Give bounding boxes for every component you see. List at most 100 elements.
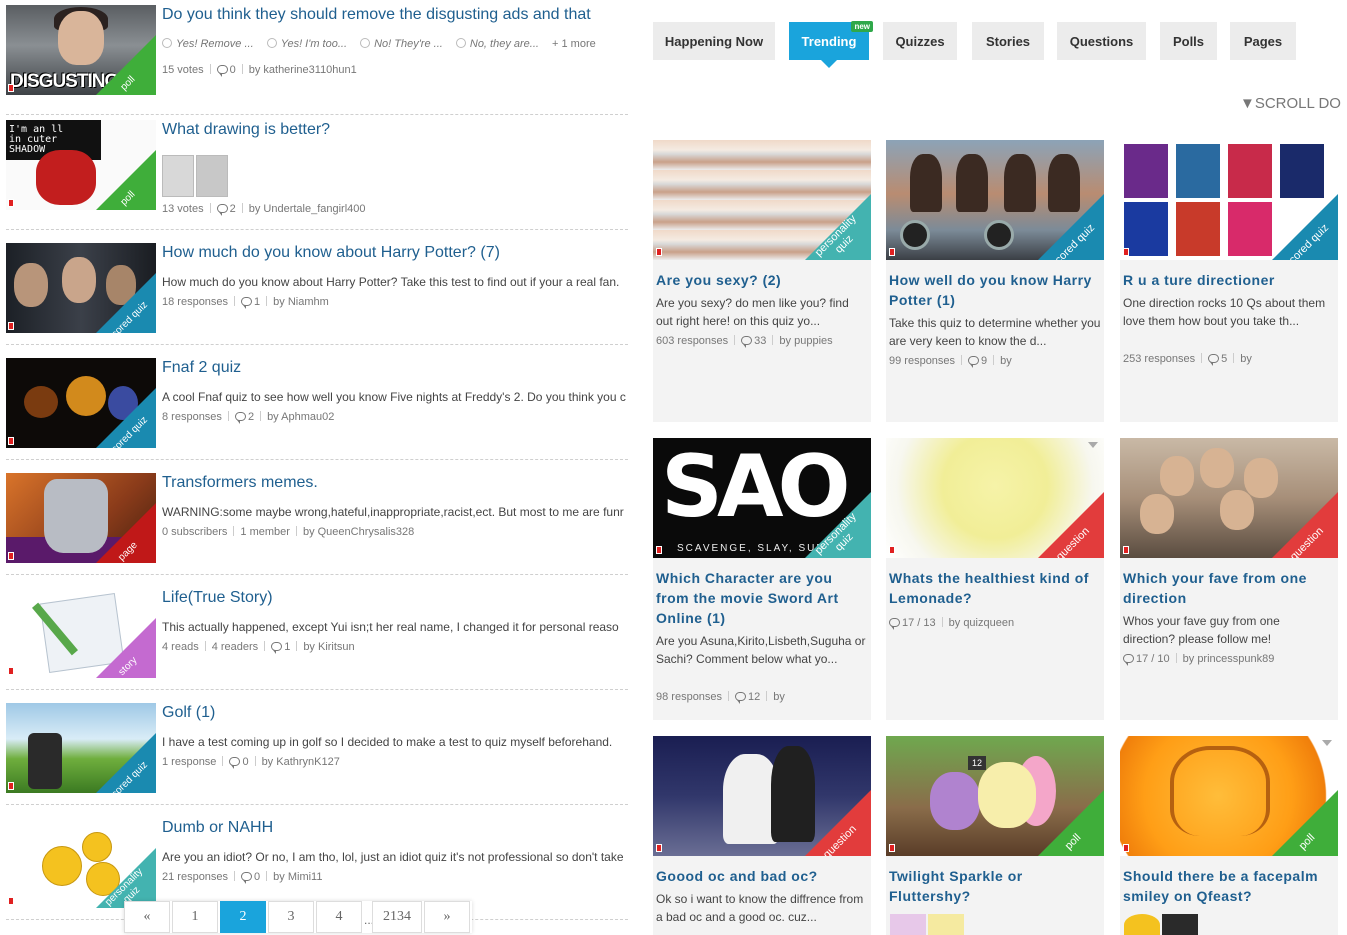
item-title[interactable]: Transformers memes. bbox=[162, 474, 628, 492]
card-thumbnail[interactable]: scored quiz bbox=[886, 140, 1104, 260]
prev-page-button[interactable]: « bbox=[124, 901, 170, 933]
author-link[interactable]: by Undertale_fangirl400 bbox=[249, 203, 366, 215]
trending-card[interactable]: poll Should there be a facepalm smiley o… bbox=[1120, 736, 1338, 935]
poll-option-image[interactable] bbox=[196, 155, 228, 197]
item-title[interactable]: How much do you know about Harry Potter?… bbox=[162, 244, 628, 262]
trending-card[interactable]: SAO SCAVENGE, SLAY, SUR personality quiz… bbox=[653, 438, 871, 720]
feed-item[interactable]: page Transformers memes. WARNING:some ma… bbox=[6, 460, 628, 575]
poll-option-image[interactable] bbox=[890, 914, 926, 935]
trending-card[interactable]: scored quiz How well do you know Harry P… bbox=[886, 140, 1104, 422]
feed-thumbnail[interactable]: scored quiz bbox=[6, 703, 156, 793]
item-title[interactable]: Golf (1) bbox=[162, 704, 628, 722]
author-link[interactable]: by QueenChrysalis328 bbox=[303, 526, 414, 538]
last-page-button[interactable]: 2134 bbox=[372, 901, 422, 933]
tab-trending[interactable]: Trending new bbox=[789, 21, 873, 68]
author-link[interactable]: by bbox=[1240, 353, 1252, 365]
feed-thumbnail[interactable]: scored quiz bbox=[6, 243, 156, 333]
report-icon[interactable] bbox=[8, 322, 14, 330]
author-link[interactable]: by princesspunk89 bbox=[1183, 653, 1275, 665]
comment-count[interactable]: 0 bbox=[254, 871, 260, 883]
comment-count[interactable]: 12 bbox=[748, 691, 760, 703]
card-thumbnail[interactable]: SAO SCAVENGE, SLAY, SUR personality quiz bbox=[653, 438, 871, 558]
comment-count[interactable]: 0 bbox=[230, 64, 236, 76]
card-thumbnail[interactable]: question bbox=[886, 438, 1104, 558]
trending-card[interactable]: personality quiz Are you sexy? (2) Are y… bbox=[653, 140, 871, 422]
author-link[interactable]: by Mimi11 bbox=[273, 871, 322, 883]
page-button-4[interactable]: 4 bbox=[316, 901, 362, 933]
author-link[interactable]: by bbox=[773, 691, 785, 703]
report-icon[interactable] bbox=[656, 546, 662, 554]
poll-option[interactable]: Yes! I'm too... bbox=[266, 38, 347, 50]
trending-card[interactable]: question Whats the healthiest kind of Le… bbox=[886, 438, 1104, 720]
feed-thumbnail[interactable]: page bbox=[6, 473, 156, 563]
feed-item[interactable]: DISGUSTING! poll Do you think they shoul… bbox=[6, 0, 628, 115]
poll-option-image[interactable] bbox=[162, 155, 194, 197]
author-link[interactable]: by bbox=[1000, 355, 1012, 367]
card-title[interactable]: Which Character are you from the movie S… bbox=[656, 568, 868, 628]
radio-icon[interactable] bbox=[162, 38, 172, 48]
author-link[interactable]: by quizqueen bbox=[949, 617, 1014, 629]
tab-questions[interactable]: Questions bbox=[1057, 22, 1146, 60]
radio-icon[interactable] bbox=[266, 38, 277, 48]
feed-thumbnail[interactable]: story bbox=[6, 588, 156, 678]
tab-quizzes[interactable]: Quizzes bbox=[883, 22, 957, 60]
comment-count[interactable]: 0 bbox=[242, 756, 248, 768]
item-title[interactable]: Dumb or NAHH bbox=[162, 819, 628, 837]
radio-icon[interactable] bbox=[360, 38, 371, 48]
feed-item[interactable]: scored quiz Golf (1) I have a test comin… bbox=[6, 690, 628, 805]
feed-thumbnail[interactable]: I'm an ll in cuter SHADOW poll bbox=[6, 120, 156, 210]
feed-thumbnail[interactable]: DISGUSTING! poll bbox=[6, 5, 156, 95]
dropdown-caret-icon[interactable] bbox=[1322, 740, 1332, 746]
card-title[interactable]: Whats the healthiest kind of Lemonade? bbox=[889, 568, 1101, 608]
item-title[interactable]: What drawing is better? bbox=[162, 121, 628, 139]
author-link[interactable]: by Kiritsun bbox=[303, 641, 354, 653]
feed-thumbnail[interactable]: personality quiz bbox=[6, 818, 156, 908]
card-thumbnail[interactable]: poll bbox=[1120, 736, 1338, 856]
card-title[interactable]: R u a ture directioner bbox=[1123, 270, 1335, 290]
answer-count[interactable]: 17 / 13 bbox=[902, 617, 936, 629]
card-title[interactable]: Are you sexy? (2) bbox=[656, 270, 868, 290]
item-title[interactable]: Do you think they should remove the disg… bbox=[162, 6, 628, 24]
card-title[interactable]: Goood oc and bad oc? bbox=[656, 866, 868, 886]
poll-option[interactable]: No! They're ... bbox=[360, 38, 443, 50]
item-title[interactable]: Fnaf 2 quiz bbox=[162, 359, 628, 377]
card-title[interactable]: How well do you know Harry Potter (1) bbox=[889, 270, 1101, 310]
tab-stories[interactable]: Stories bbox=[972, 22, 1044, 60]
poll-option[interactable]: No, they are... bbox=[455, 38, 539, 50]
feed-item[interactable]: scored quiz Fnaf 2 quiz A cool Fnaf quiz… bbox=[6, 345, 628, 460]
card-thumbnail[interactable]: question bbox=[653, 736, 871, 856]
report-icon[interactable] bbox=[8, 667, 14, 675]
feed-item[interactable]: story Life(True Story) This actually hap… bbox=[6, 575, 628, 690]
report-icon[interactable] bbox=[1123, 546, 1129, 554]
trending-card[interactable]: question Goood oc and bad oc? Ok so i wa… bbox=[653, 736, 871, 935]
card-thumbnail[interactable]: scored quiz bbox=[1120, 140, 1338, 260]
feed-item[interactable]: scored quiz How much do you know about H… bbox=[6, 230, 628, 345]
report-icon[interactable] bbox=[889, 546, 895, 554]
comment-count[interactable]: 1 bbox=[254, 296, 260, 308]
trending-card[interactable]: scored quiz R u a ture directioner One d… bbox=[1120, 140, 1338, 422]
comment-count[interactable]: 2 bbox=[248, 411, 254, 423]
card-title[interactable]: Twilight Sparkle or Fluttershy? bbox=[889, 866, 1101, 906]
answer-count[interactable]: 17 / 10 bbox=[1136, 653, 1170, 665]
dropdown-caret-icon[interactable] bbox=[1088, 442, 1098, 448]
report-icon[interactable] bbox=[656, 844, 662, 852]
poll-option-image[interactable] bbox=[1124, 914, 1160, 935]
tab-happening-now[interactable]: Happening Now bbox=[653, 22, 775, 60]
report-icon[interactable] bbox=[889, 844, 895, 852]
poll-option-image[interactable] bbox=[928, 914, 964, 935]
card-thumbnail[interactable]: 12 poll bbox=[886, 736, 1104, 856]
report-icon[interactable] bbox=[8, 782, 14, 790]
page-button-3[interactable]: 3 bbox=[268, 901, 314, 933]
author-link[interactable]: by Niamhm bbox=[273, 296, 329, 308]
author-link[interactable]: by puppies bbox=[779, 335, 832, 347]
report-icon[interactable] bbox=[1123, 248, 1129, 256]
author-link[interactable]: by katherine3110hun1 bbox=[249, 64, 357, 76]
card-thumbnail[interactable]: personality quiz bbox=[653, 140, 871, 260]
comment-count[interactable]: 9 bbox=[981, 355, 987, 367]
more-options-link[interactable]: + 1 more bbox=[552, 38, 596, 50]
poll-option-image[interactable] bbox=[1162, 914, 1198, 935]
report-icon[interactable] bbox=[8, 552, 14, 560]
report-icon[interactable] bbox=[1123, 844, 1129, 852]
author-link[interactable]: by Aphmau02 bbox=[267, 411, 334, 423]
report-icon[interactable] bbox=[8, 897, 14, 905]
